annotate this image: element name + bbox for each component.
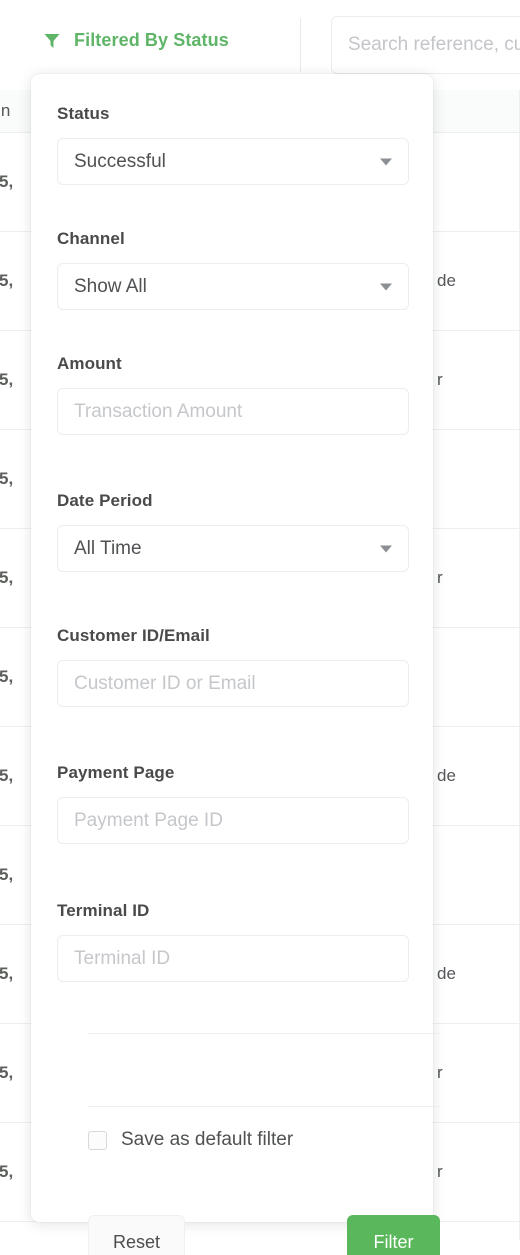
table-cell-amount: N 5,	[0, 271, 14, 290]
payment-page-input-wrapper[interactable]	[57, 797, 409, 844]
table-cell-amount: N 5,	[0, 370, 14, 389]
table-cell-channel: de	[437, 271, 456, 290]
chevron-down-icon	[380, 545, 392, 552]
date-period-select-value: All Time	[74, 537, 142, 559]
divider-above-actions	[88, 1106, 440, 1107]
terminal-id-input-wrapper[interactable]	[57, 935, 409, 982]
date-period-select[interactable]: All Time	[57, 525, 409, 572]
field-label-channel: Channel	[57, 229, 125, 248]
table-cell-amount: N 5,	[0, 1063, 14, 1082]
table-cell-amount: N 5,	[0, 1162, 14, 1181]
search-input[interactable]	[348, 34, 520, 56]
table-cell-amount: N 5,	[0, 469, 14, 488]
customer-input-wrapper[interactable]	[57, 660, 409, 707]
table-cell-amount: N 5,	[0, 865, 14, 884]
table-cell-amount: N 5,	[0, 964, 14, 983]
divider-above-save	[88, 1033, 440, 1034]
field-terminal-id: Terminal ID	[57, 901, 409, 982]
status-select-value: Successful	[74, 150, 166, 172]
table-cell-amount: N 5,	[0, 568, 14, 587]
amount-input[interactable]	[74, 400, 392, 423]
payment-page-input[interactable]	[74, 809, 392, 832]
field-label-date-period: Date Period	[57, 491, 153, 510]
terminal-id-input[interactable]	[74, 947, 392, 970]
filter-modal-screen: oun N 5, N 5, de N 5, r N 5, N 5, r N 5, N 5, de N …	[0, 0, 520, 1255]
table-cell-channel: r	[437, 1162, 443, 1181]
customer-input[interactable]	[74, 672, 392, 695]
table-cell-channel: r	[437, 1063, 443, 1082]
field-label-terminal-id: Terminal ID	[57, 901, 150, 920]
table-header-cell-amount: oun	[0, 101, 11, 120]
field-label-status: Status	[57, 104, 110, 123]
reset-button[interactable]: Reset	[88, 1215, 185, 1255]
channel-select[interactable]: Show All	[57, 263, 409, 310]
table-cell-amount: N 5,	[0, 667, 14, 686]
field-amount: Amount	[57, 354, 409, 435]
filtered-by-status-label: Filtered By Status	[74, 30, 229, 50]
table-cell-channel: de	[437, 766, 456, 785]
chevron-down-icon	[380, 283, 392, 290]
table-cell-channel: de	[437, 964, 456, 983]
chevron-down-icon	[380, 158, 392, 165]
field-payment-page: Payment Page	[57, 763, 409, 844]
table-cell-amount: N 5,	[0, 766, 14, 785]
funnel-icon	[44, 33, 60, 48]
field-status: Status Successful	[57, 104, 409, 185]
table-cell-channel: r	[437, 370, 443, 389]
save-as-default-filter-label: Save as default filter	[121, 1129, 294, 1150]
toolbar-divider	[300, 18, 301, 72]
search-box[interactable]	[331, 16, 520, 74]
field-label-amount: Amount	[57, 354, 122, 373]
field-date-period: Date Period All Time	[57, 491, 409, 572]
table-cell-channel: r	[437, 568, 443, 587]
status-select[interactable]: Successful	[57, 138, 409, 185]
filter-panel: Status Successful Channel Show All Amoun…	[31, 74, 440, 1255]
save-as-default-filter-row[interactable]: Save as default filter	[88, 1129, 293, 1151]
field-label-customer: Customer ID/Email	[57, 626, 210, 645]
field-customer: Customer ID/Email	[57, 626, 409, 707]
channel-select-value: Show All	[74, 275, 147, 297]
field-label-payment-page: Payment Page	[57, 763, 175, 782]
filtered-by-status-chip[interactable]: Filtered By Status	[44, 30, 229, 51]
amount-input-wrapper[interactable]	[57, 388, 409, 435]
filter-button[interactable]: Filter	[347, 1215, 440, 1255]
field-channel: Channel Show All	[57, 229, 409, 310]
table-cell-amount: N 5,	[0, 172, 14, 191]
save-as-default-filter-checkbox[interactable]	[88, 1130, 107, 1150]
